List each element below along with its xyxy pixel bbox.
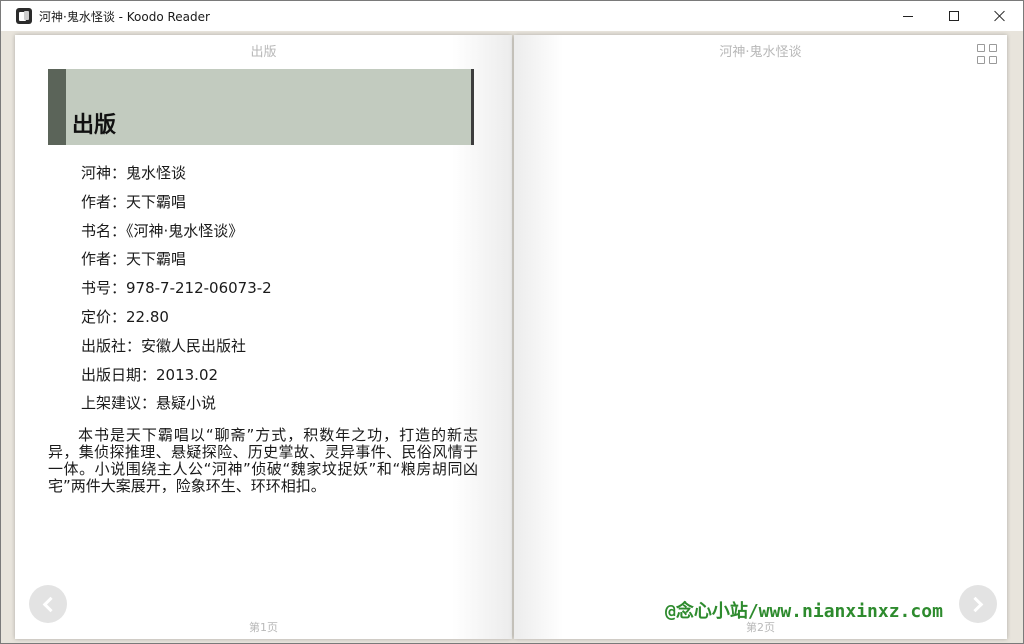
info-line: 出版日期：2013.02 [81,365,219,384]
info-line: 作者：天下霸唱 [81,192,187,211]
info-line: 河神：鬼水怪谈 [81,164,187,182]
info-line: 定价：22.80 [81,307,169,326]
chapter-title: 出版 [72,113,117,138]
maximize-icon [949,11,959,21]
window-title: 河神·鬼水怪谈 - Koodo Reader [39,10,210,24]
minimize-icon [903,15,913,17]
info-line: 上架建议：悬疑小说 [81,394,217,413]
close-icon [994,10,1006,22]
previous-page-button[interactable] [29,585,67,623]
book-summary: 本书是天下霸唱以“聊斋”方式，积数年之功，打造的新志异，集侦探推理、悬疑探险、历… [48,426,478,495]
title-bar[interactable]: 河神·鬼水怪谈 - Koodo Reader [1,1,1023,31]
info-line: 出版社：安徽人民出版社 [81,336,247,355]
left-page-header: 出版 [250,45,277,60]
minimize-button[interactable] [885,1,931,31]
info-line: 书名：《河神·鬼水怪谈》 [81,221,244,240]
info-line: 书号：978-7-212-06073-2 [81,279,272,298]
left-page-number: 第1页 [249,621,278,634]
reader-viewport[interactable]: 出版 出版 河神：鬼水怪谈 作者：天下霸唱 书名：《河神·鬼水怪谈》 作者：天下… [1,31,1023,643]
app-window: 河神·鬼水怪谈 - Koodo Reader 出版 出版 河神：鬼水怪谈 作者：… [0,0,1024,644]
koodo-reader-icon [16,8,32,24]
chevron-left-icon [42,596,59,612]
maximize-button[interactable] [931,1,977,31]
close-button[interactable] [977,1,1023,31]
info-line: 作者：天下霸唱 [81,250,187,269]
right-page[interactable]: 河神·鬼水怪谈 第2页 [514,35,1007,639]
chapter-banner: 出版 [48,69,474,145]
chevron-right-icon [967,596,984,612]
publication-info: 河神：鬼水怪谈 作者：天下霸唱 书名：《河神·鬼水怪谈》 作者：天下霸唱 书号：… [81,163,481,422]
left-page[interactable]: 出版 出版 河神：鬼水怪谈 作者：天下霸唱 书名：《河神·鬼水怪谈》 作者：天下… [15,35,512,639]
watermark: @念心小站/www.nianxinxz.com [665,601,943,622]
right-page-header: 河神·鬼水怪谈 [719,45,802,60]
grid-icon[interactable] [977,44,997,64]
next-page-button[interactable] [959,585,997,623]
